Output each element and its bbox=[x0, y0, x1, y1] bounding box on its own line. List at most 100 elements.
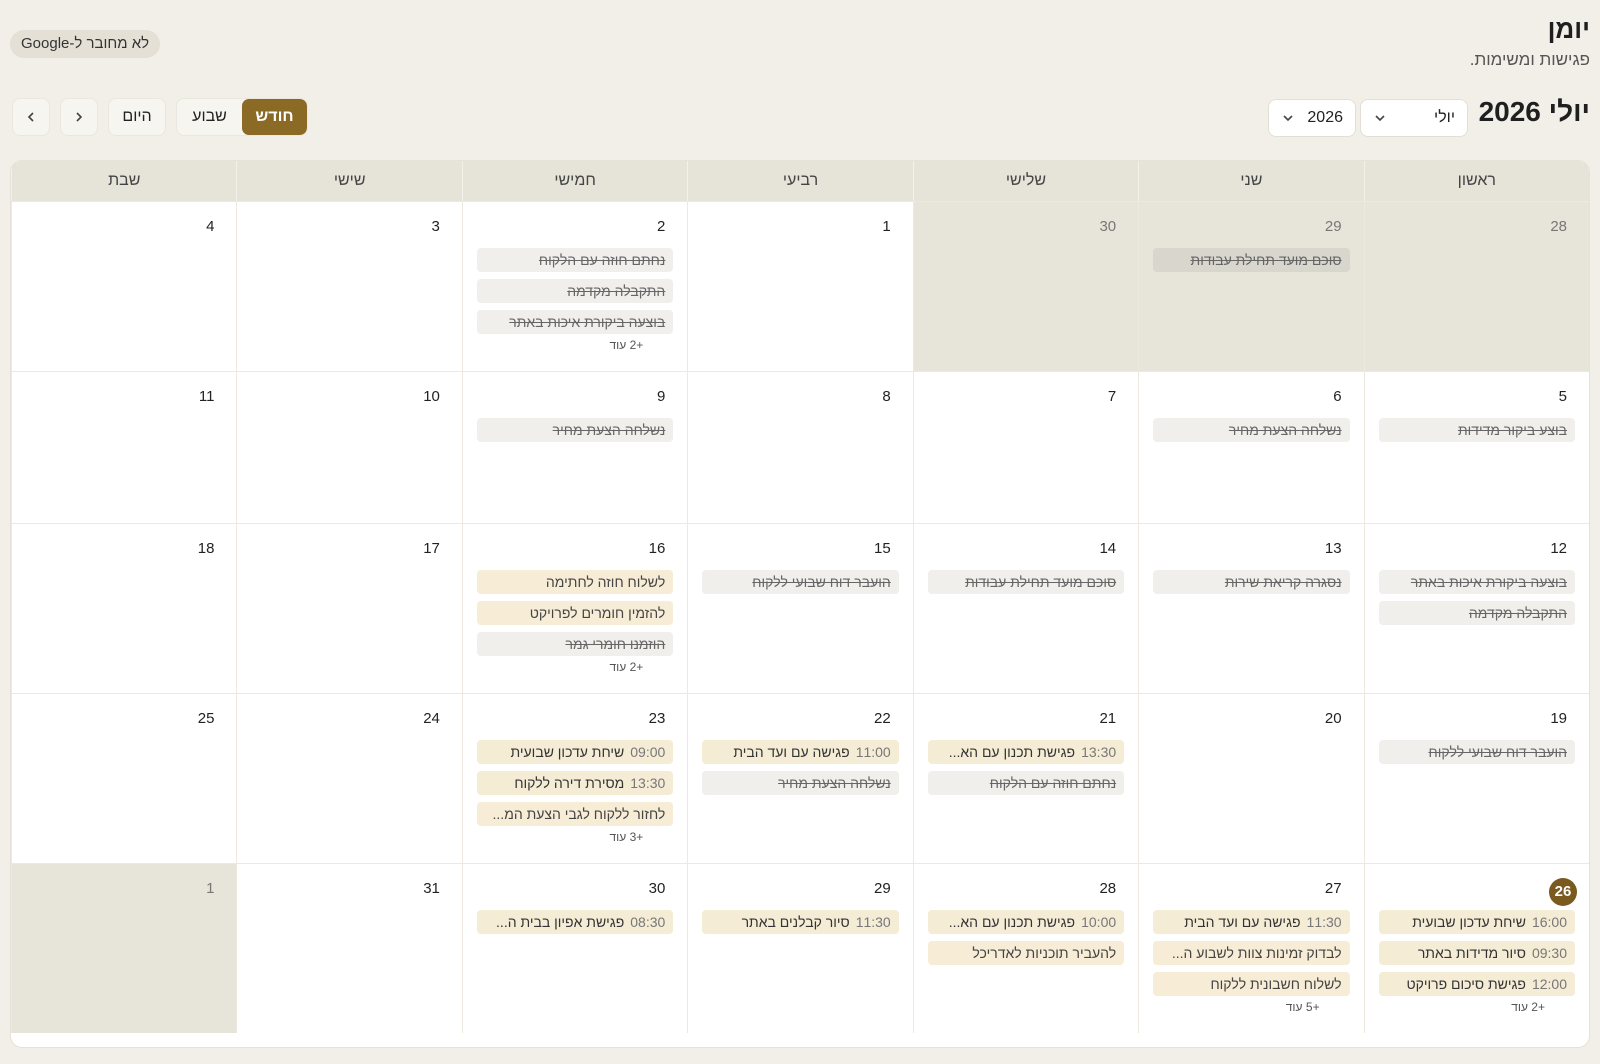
event-title: פגישת אפיון בבית ה... bbox=[496, 914, 625, 930]
completed-task[interactable]: הועבר דוח שבועי ללקוח bbox=[702, 570, 899, 594]
day-cell[interactable]: 6 נשלחה הצעת מחיר bbox=[1138, 372, 1364, 523]
appointment-event[interactable]: 11:30 סיור קבלנים באתר bbox=[702, 910, 899, 934]
appointment-event[interactable]: 11:00 פגישה עם ועד הבית bbox=[702, 740, 899, 764]
completed-task[interactable]: נשלחה הצעת מחיר bbox=[1153, 418, 1350, 442]
date-number: 5 bbox=[1558, 388, 1567, 405]
appointment-event[interactable]: 12:00 פגישת סיכום פרויקט bbox=[1378, 972, 1575, 996]
appointment-event[interactable]: 13:30 מסירת דירה ללקוח bbox=[476, 771, 674, 795]
day-cell[interactable]: 11 bbox=[11, 372, 237, 523]
event-list: נסגרה קריאת שירות bbox=[1153, 570, 1350, 601]
view-month-button[interactable]: חודש bbox=[242, 99, 307, 135]
day-cell[interactable]: 12 בוצעה ביקורת איכות באתר התקבלה מקדמה bbox=[1363, 524, 1589, 693]
today-button[interactable]: היום bbox=[108, 98, 166, 136]
day-cell[interactable]: 21 13:30 פגישת תכנון עם הא... נחתם חוזה עם … bbox=[912, 694, 1139, 863]
event-title: לשלוח חשבונית ללקוח bbox=[1210, 976, 1342, 992]
day-cell[interactable]: 30 bbox=[912, 202, 1139, 371]
more-events-link[interactable]: +3 עוד bbox=[477, 830, 673, 844]
google-status-badge[interactable]: לא מחובר ל-Google bbox=[10, 30, 161, 58]
day-cell[interactable]: 30 08:30 פגישת אפיון בבית ה... bbox=[461, 864, 688, 1033]
day-cell[interactable]: 28 10:00 פגישת תכנון עם הא... להעביר תוכניו… bbox=[912, 864, 1139, 1033]
day-cell[interactable]: 13 נסגרה קריאת שירות bbox=[1138, 524, 1364, 693]
day-cell[interactable]: 1 bbox=[11, 864, 237, 1033]
day-cell[interactable]: 31 bbox=[236, 864, 462, 1033]
open-task[interactable]: להעביר תוכניות לאדריכל bbox=[927, 941, 1125, 965]
completed-task[interactable]: סוכם מועד תחילת עבודות bbox=[1153, 248, 1350, 272]
event-list: 10:00 פגישת תכנון עם הא... להעביר תוכניות … bbox=[927, 910, 1125, 972]
day-cell[interactable]: 20 bbox=[1138, 694, 1364, 863]
completed-task[interactable]: נחתם חוזה עם הלקוח bbox=[927, 771, 1125, 795]
event-title: להזמין חומרים לפרויקט bbox=[529, 605, 666, 621]
completed-task[interactable]: הועבר דוח שבועי ללקוח bbox=[1378, 740, 1575, 764]
completed-task[interactable]: הוזמנו חומרי גמר bbox=[476, 632, 674, 656]
year-select[interactable]: 2026 bbox=[1268, 99, 1356, 137]
event-title: נשלחה הצעת מחיר bbox=[552, 422, 666, 438]
more-events-link[interactable]: +5 עוד bbox=[1153, 1000, 1349, 1014]
weekday-label: ראשון bbox=[1363, 161, 1589, 201]
completed-task[interactable]: נסגרה קריאת שירות bbox=[1153, 570, 1350, 594]
open-task[interactable]: לבדוק זמינות צוות לשבוע ה... bbox=[1153, 941, 1350, 965]
appointment-event[interactable]: 08:30 פגישת אפיון בבית ה... bbox=[476, 910, 674, 934]
date-number: 22 bbox=[874, 710, 891, 727]
day-cell[interactable]: 5 בוצע ביקור מדידות bbox=[1363, 372, 1589, 523]
event-list: 09:00 שיחת עדכון שבועית 13:30 מסירת דירה לל… bbox=[476, 740, 674, 844]
day-cell[interactable]: 28 bbox=[1363, 202, 1589, 371]
appointment-event[interactable]: 09:30 סיור מדידות באתר bbox=[1378, 941, 1575, 965]
day-cell[interactable]: 24 bbox=[236, 694, 462, 863]
day-cell[interactable]: 22 11:00 פגישה עם ועד הבית נשלחה הצעת מחיר bbox=[687, 694, 913, 863]
day-cell[interactable]: 8 bbox=[687, 372, 913, 523]
appointment-event[interactable]: 16:00 שיחת עדכון שבועית bbox=[1378, 910, 1575, 934]
day-cell[interactable]: 16 לשלוח חוזה לחתימה להזמין חומרים לפרויקט… bbox=[461, 524, 688, 693]
day-cell[interactable]: 25 bbox=[11, 694, 237, 863]
day-cell[interactable]: 14 סוכם מועד תחילת עבודות bbox=[912, 524, 1139, 693]
open-task[interactable]: לשלוח חשבונית ללקוח bbox=[1153, 972, 1350, 996]
completed-task[interactable]: נחתם חוזה עם הלקוח bbox=[476, 248, 674, 272]
date-number: 2 bbox=[656, 218, 666, 235]
appointment-event[interactable]: 09:00 שיחת עדכון שבועית bbox=[476, 740, 674, 764]
app-subtitle: פגישות ומשימות. bbox=[1469, 50, 1590, 69]
day-cell[interactable]: 27 11:30 פגישה עם ועד הבית לבדוק זמינות צוו… bbox=[1138, 864, 1364, 1033]
day-cell[interactable]: 1 bbox=[687, 202, 913, 371]
date-number: 16 bbox=[648, 540, 666, 557]
day-cell[interactable]: 19 הועבר דוח שבועי ללקוח bbox=[1363, 694, 1589, 863]
completed-task[interactable]: נשלחה הצעת מחיר bbox=[476, 418, 674, 442]
month-select[interactable]: יולי bbox=[1360, 99, 1468, 137]
day-cell[interactable]: 10 bbox=[236, 372, 462, 523]
appointment-event[interactable]: 11:30 פגישה עם ועד הבית bbox=[1153, 910, 1350, 934]
day-cell[interactable]: 2 נחתם חוזה עם הלקוח התקבלה מקדמה בוצעה ביק… bbox=[461, 202, 688, 371]
completed-task[interactable]: בוצעה ביקורת איכות באתר bbox=[476, 310, 674, 334]
completed-task[interactable]: סוכם מועד תחילת עבודות bbox=[927, 570, 1125, 594]
completed-task[interactable]: נשלחה הצעת מחיר bbox=[702, 771, 899, 795]
day-cell[interactable]: 3 bbox=[236, 202, 462, 371]
open-task[interactable]: לשלוח חוזה לחתימה bbox=[476, 570, 674, 594]
completed-task[interactable]: בוצעה ביקורת איכות באתר bbox=[1378, 570, 1575, 594]
date-number: 25 bbox=[197, 710, 215, 727]
month-label: יולי 2026 bbox=[1478, 96, 1590, 127]
completed-task[interactable]: בוצע ביקור מדידות bbox=[1378, 418, 1575, 442]
appointment-event[interactable]: 10:00 פגישת תכנון עם הא... bbox=[927, 910, 1125, 934]
more-events-link[interactable]: +2 עוד bbox=[477, 338, 673, 352]
day-cell[interactable]: 29 11:30 סיור קבלנים באתר bbox=[687, 864, 913, 1033]
view-week-button[interactable]: שבוע bbox=[177, 99, 242, 135]
month-select-value: יולי bbox=[1434, 109, 1455, 126]
appointment-event[interactable]: 13:30 פגישת תכנון עם הא... bbox=[927, 740, 1125, 764]
next-month-button[interactable] bbox=[60, 98, 98, 136]
prev-month-button[interactable] bbox=[12, 98, 50, 136]
event-list: 11:30 סיור קבלנים באתר bbox=[702, 910, 899, 941]
open-task[interactable]: להזמין חומרים לפרויקט bbox=[476, 601, 674, 625]
more-events-link[interactable]: +2 עוד bbox=[1379, 1000, 1575, 1014]
day-cell[interactable]: 4 bbox=[11, 202, 237, 371]
open-task[interactable]: לחזור ללקוח לגבי הצעת המ... bbox=[476, 802, 674, 826]
day-cell[interactable]: 7 bbox=[912, 372, 1139, 523]
day-cell[interactable]: 9 נשלחה הצעת מחיר bbox=[461, 372, 688, 523]
day-cell[interactable]: 15 הועבר דוח שבועי ללקוח bbox=[687, 524, 913, 693]
more-events-link[interactable]: +2 עוד bbox=[477, 660, 673, 674]
day-cell[interactable]: 18 bbox=[11, 524, 237, 693]
completed-task[interactable]: התקבלה מקדמה bbox=[476, 279, 674, 303]
event-title: נשלחה הצעת מחיר bbox=[778, 775, 891, 791]
day-cell[interactable]: 29 סוכם מועד תחילת עבודות bbox=[1138, 202, 1364, 371]
completed-task[interactable]: התקבלה מקדמה bbox=[1378, 601, 1575, 625]
date-number: 4 bbox=[206, 218, 215, 235]
day-cell[interactable]: 26 16:00 שיחת עדכון שבועית 09:30 סיור מדידות… bbox=[1363, 864, 1589, 1033]
day-cell[interactable]: 23 09:00 שיחת עדכון שבועית 13:30 מסירת דירה … bbox=[461, 694, 688, 863]
day-cell[interactable]: 17 bbox=[236, 524, 462, 693]
